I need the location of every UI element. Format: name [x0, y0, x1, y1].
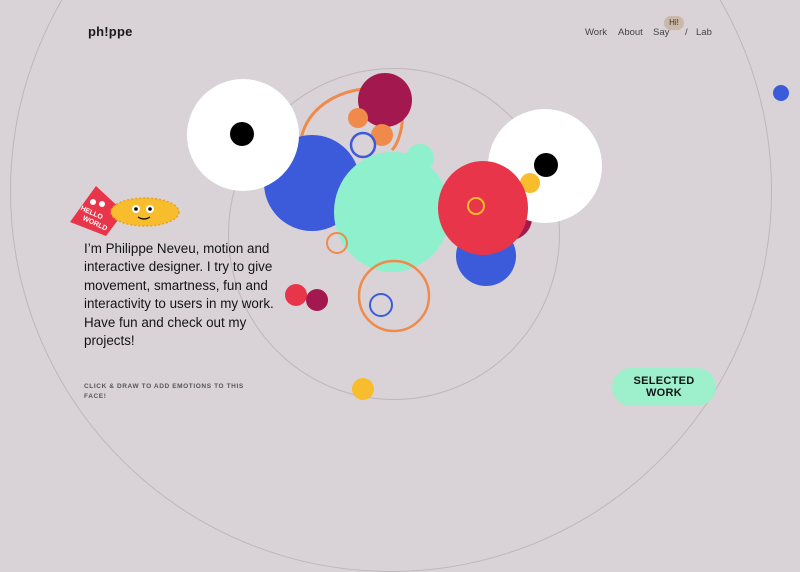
face-ring-blue-small: [349, 131, 377, 159]
face-blob-mint-bump: [406, 144, 434, 172]
face-dot-yellow-bottom: [352, 378, 374, 400]
sticker-yellow-pupil-right: [148, 207, 152, 211]
face-blob-mint-center: [334, 152, 450, 272]
floating-dot-blue: [773, 85, 789, 101]
face-dot-red-small: [285, 284, 307, 306]
face-left-pupil: [230, 122, 254, 146]
selected-work-line1: SELECTED: [633, 375, 695, 387]
face-ring-blue-mouth: [369, 293, 393, 317]
sticker-yellow-pupil-left: [134, 207, 138, 211]
sticker-yellow-blob: [110, 197, 180, 227]
selected-work-line2: WORK: [645, 387, 683, 399]
sticker-eye-left: [90, 199, 96, 205]
hello-world-sticker: HELLO WORLD: [70, 186, 180, 236]
intro-paragraph: I’m Philippe Neveu, motion and interacti…: [84, 241, 274, 349]
face-dot-maroon-small: [306, 289, 328, 311]
face-dot-orange-1: [348, 108, 368, 128]
face-right-pupil: [534, 153, 558, 177]
draw-hint: CLICK & DRAW TO ADD EMOTIONS TO THIS FAC…: [84, 383, 244, 400]
selected-work-button[interactable]: SELECTED WORK: [612, 368, 716, 406]
sticker-eye-right: [99, 201, 105, 207]
